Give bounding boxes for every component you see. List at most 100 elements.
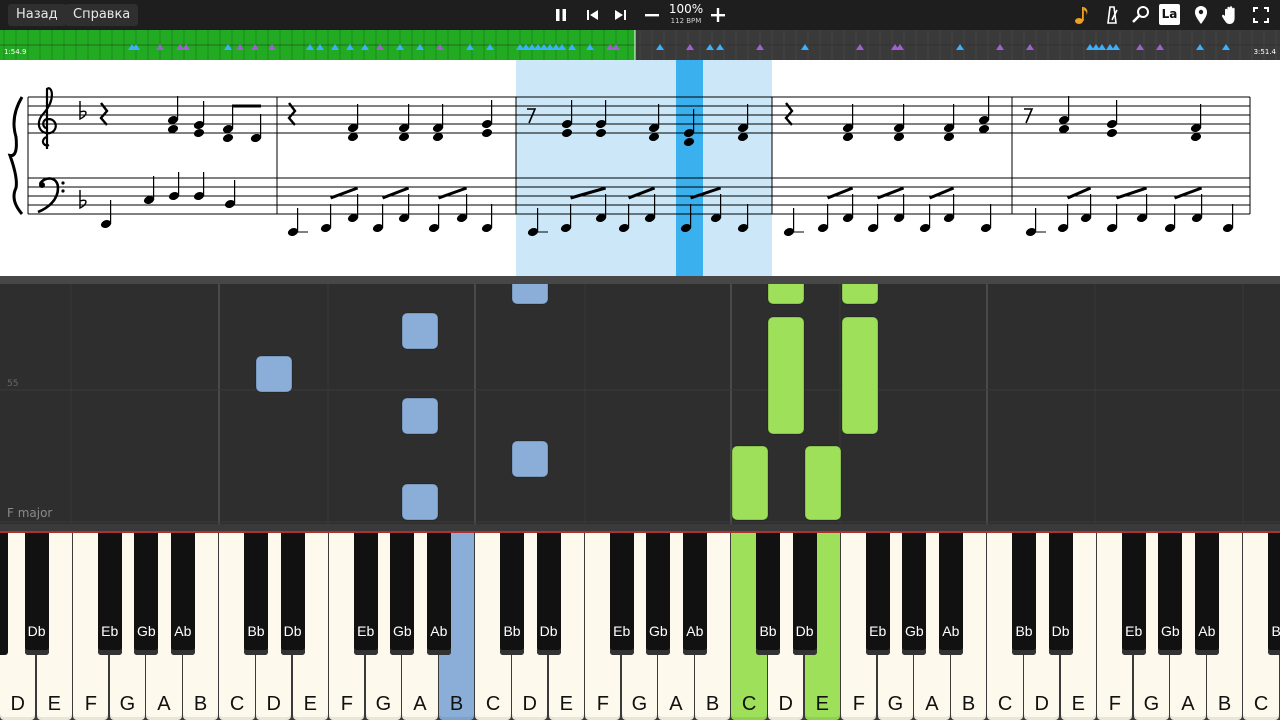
black-key[interactable]: Ab (170, 533, 195, 655)
black-key-label: Eb (1125, 623, 1143, 639)
black-key[interactable]: Ab (938, 533, 963, 655)
black-key[interactable]: Gb (902, 533, 927, 655)
falling-notes-area: 55 F major (0, 284, 1280, 524)
black-key-label: Db (795, 623, 814, 639)
white-key-label: G (631, 693, 648, 715)
help-button[interactable]: Справка (65, 4, 139, 26)
timeline-track[interactable] (0, 30, 1280, 60)
black-key-label: Ab (430, 623, 448, 639)
black-key[interactable]: Db (1048, 533, 1073, 655)
black-key[interactable]: Db (280, 533, 305, 655)
black-key[interactable]: Db (792, 533, 817, 655)
black-key-label: Ab (1198, 623, 1216, 639)
timeline-end-time: 3:51.4 (1253, 48, 1276, 56)
black-key[interactable]: Eb (609, 533, 634, 655)
falling-note (511, 440, 549, 478)
white-key-label: B (1217, 693, 1232, 715)
black-key-label: Bb (1015, 623, 1033, 639)
black-key-label: Gb (648, 623, 668, 639)
hand-icon[interactable] (1218, 3, 1242, 27)
white-key-label: F (84, 693, 97, 715)
fullscreen-icon[interactable] (1249, 3, 1273, 27)
top-toolbar: Назад Справка 100% 112 BPM La (0, 0, 1280, 30)
black-key-label: Eb (357, 623, 375, 639)
white-key-label: A (925, 693, 939, 715)
black-key[interactable]: Bb (1268, 533, 1280, 655)
black-key[interactable] (0, 533, 8, 655)
black-key-label: Ab (686, 623, 704, 639)
white-key-label: E (1071, 693, 1085, 715)
white-key-label: A (157, 693, 171, 715)
song-timeline[interactable]: 1:54.9 3:51.4 (0, 30, 1280, 60)
black-key-label: Gb (392, 623, 412, 639)
black-key-label: Db (283, 623, 302, 639)
skip-forward-icon[interactable] (609, 3, 633, 27)
black-key-label: Gb (136, 623, 156, 639)
black-key[interactable]: Eb (353, 533, 378, 655)
black-key[interactable]: Ab (426, 533, 451, 655)
black-key[interactable]: Eb (97, 533, 122, 655)
back-button[interactable]: Назад (8, 4, 66, 26)
black-key[interactable]: Ab (682, 533, 707, 655)
white-key-label: G (119, 693, 136, 715)
note-head (481, 129, 493, 137)
pause-icon[interactable] (549, 3, 573, 27)
black-key[interactable]: Gb (134, 533, 159, 655)
black-key[interactable]: Gb (1158, 533, 1183, 655)
octave-label: 55 (7, 379, 19, 389)
black-key-label: Bb (503, 623, 521, 639)
current-measure-highlight (516, 60, 772, 276)
bass-clef-dot (61, 189, 65, 193)
black-key-label: Ab (174, 623, 192, 639)
black-key-label: Bb (247, 623, 265, 639)
black-key[interactable]: Bb (500, 533, 524, 655)
black-key-label: Gb (904, 623, 924, 639)
skip-back-icon[interactable] (580, 3, 604, 27)
white-key-label: C (741, 693, 757, 715)
black-key-label: Eb (613, 623, 631, 639)
black-key-label: Bb (759, 623, 777, 639)
panel-divider[interactable] (0, 276, 1280, 284)
falling-note (841, 316, 879, 435)
white-key-label: B (193, 693, 208, 715)
black-key[interactable]: Db (536, 533, 561, 655)
white-key-label: E (47, 693, 61, 715)
plus-icon[interactable] (706, 3, 730, 27)
piano-keyboard[interactable]: D E F G A B C D E F G A B C D E F G A B C D E F G A B C D E F G A B C Db Eb G… (0, 524, 1280, 720)
playhead-highlight (676, 60, 703, 276)
black-key[interactable]: Gb (390, 533, 415, 655)
white-key-label: G (1143, 693, 1160, 715)
black-key[interactable]: Bb (756, 533, 780, 655)
search-icon[interactable] (1129, 3, 1153, 27)
score (7, 60, 1251, 276)
black-key[interactable]: Db (24, 533, 49, 655)
location-icon[interactable] (1189, 3, 1213, 27)
sheet-music[interactable] (0, 60, 1280, 276)
white-key-label: D (10, 693, 25, 715)
bass-clef-dot (61, 181, 65, 185)
black-key[interactable]: Eb (865, 533, 890, 655)
white-key-label: A (1181, 693, 1195, 715)
falling-note (401, 397, 439, 435)
bass-clef-dot (39, 182, 45, 188)
white-key-label: B (961, 693, 976, 715)
black-key[interactable]: Gb (646, 533, 671, 655)
falling-note (804, 445, 842, 521)
note-icon[interactable] (1070, 3, 1094, 27)
black-key[interactable]: Bb (244, 533, 268, 655)
zoom-level: 100% (668, 2, 704, 16)
white-key-label: G (375, 693, 392, 715)
white-key-label: C (1253, 693, 1269, 715)
white-key-label: G (887, 693, 904, 715)
white-key-label: E (303, 693, 317, 715)
minus-icon[interactable] (640, 3, 664, 27)
falling-note (767, 316, 805, 435)
metronome-icon[interactable] (1100, 3, 1124, 27)
label-icon[interactable]: La (1159, 4, 1180, 25)
black-key[interactable]: Eb (1121, 533, 1146, 655)
black-key[interactable]: Ab (1194, 533, 1219, 655)
white-key-label: A (669, 693, 683, 715)
black-key[interactable]: Bb (1012, 533, 1036, 655)
falling-note (767, 284, 805, 305)
falling-note (401, 483, 439, 521)
